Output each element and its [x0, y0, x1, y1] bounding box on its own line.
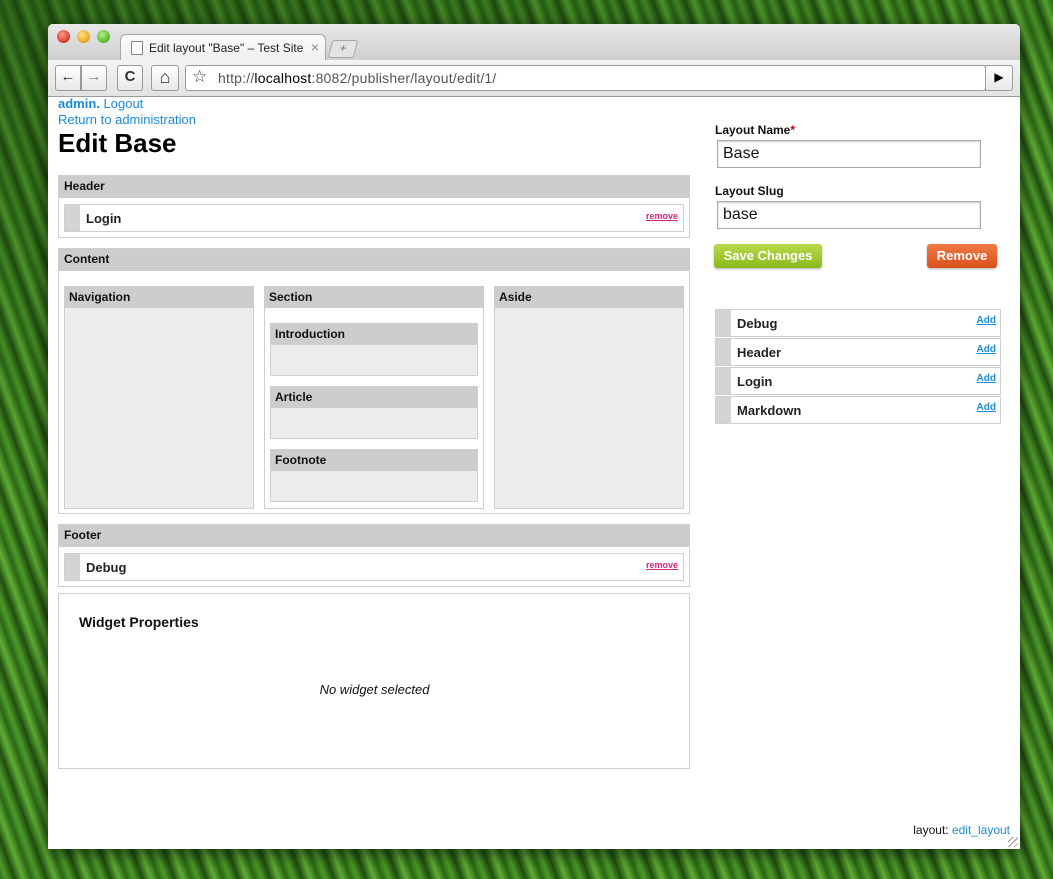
- column-aside-title: Aside: [495, 287, 683, 308]
- minimize-window-button[interactable]: [77, 30, 90, 43]
- close-window-button[interactable]: [57, 30, 70, 43]
- remove-login-link[interactable]: remove: [646, 211, 678, 221]
- layout-footer: layout: edit_layout: [913, 823, 1010, 837]
- subsection-title: Footnote: [271, 450, 477, 471]
- available-widget-markdown[interactable]: Markdown Add: [715, 396, 1001, 424]
- bookmark-star-icon[interactable]: ☆: [192, 67, 207, 87]
- region-content-title: Content: [59, 249, 689, 271]
- user-line: admin. Logout: [58, 96, 143, 111]
- available-widget-login[interactable]: Login Add: [715, 367, 1001, 395]
- placed-widget-debug[interactable]: Debug remove: [64, 553, 684, 581]
- column-section-title: Section: [265, 287, 483, 308]
- home-button[interactable]: ⌂: [151, 65, 179, 91]
- resize-grip-icon[interactable]: [1008, 837, 1018, 847]
- drag-handle[interactable]: [716, 397, 731, 423]
- add-debug-link[interactable]: Add: [977, 315, 996, 326]
- column-aside[interactable]: Aside: [494, 286, 684, 509]
- layout-slug-input[interactable]: [717, 201, 981, 229]
- drag-handle[interactable]: [65, 554, 80, 580]
- zoom-window-button[interactable]: [97, 30, 110, 43]
- add-header-link[interactable]: Add: [977, 344, 996, 355]
- available-widget-label: Header: [737, 345, 782, 360]
- address-bar[interactable]: ☆ http://localhost:8082/publisher/layout…: [185, 65, 986, 91]
- browser-tab[interactable]: Edit layout "Base" – Test Site ×: [120, 34, 326, 61]
- layout-name-label: Layout Name*: [715, 123, 796, 137]
- page-content: admin. Logout Return to administration E…: [48, 96, 1020, 849]
- drag-handle[interactable]: [716, 310, 731, 336]
- layout-name-input[interactable]: [717, 140, 981, 168]
- widget-properties-title: Widget Properties: [79, 614, 199, 630]
- region-footer: Footer Debug remove: [58, 524, 690, 587]
- region-header: Header Login remove: [58, 175, 690, 238]
- subsection-introduction[interactable]: Introduction: [270, 323, 478, 376]
- subsection-title: Article: [271, 387, 477, 408]
- drag-handle[interactable]: [716, 368, 731, 394]
- edit-layout-link[interactable]: edit_layout: [952, 823, 1010, 837]
- remove-layout-button[interactable]: Remove: [927, 244, 997, 268]
- widget-label: Login: [86, 211, 122, 226]
- available-widget-label: Login: [737, 374, 773, 389]
- title-bar: Edit layout "Base" – Test Site × +: [48, 24, 1020, 61]
- tab-title: Edit layout "Base" – Test Site: [149, 41, 304, 55]
- available-widget-label: Markdown: [737, 403, 802, 418]
- save-changes-button[interactable]: Save Changes: [714, 244, 822, 268]
- go-button[interactable]: ▶: [985, 65, 1013, 91]
- widget-properties-panel: Widget Properties No widget selected: [58, 593, 690, 769]
- browser-toolbar: ← → C ⌂ ☆ http://localhost:8082/publishe…: [48, 60, 1020, 97]
- add-login-link[interactable]: Add: [977, 373, 996, 384]
- reload-button[interactable]: C: [117, 65, 143, 91]
- add-markdown-link[interactable]: Add: [977, 402, 996, 413]
- widget-label: Debug: [86, 560, 127, 575]
- tab-close-icon[interactable]: ×: [311, 39, 319, 55]
- drag-handle[interactable]: [716, 339, 731, 365]
- layout-slug-label: Layout Slug: [715, 184, 784, 198]
- available-widget-header[interactable]: Header Add: [715, 338, 1001, 366]
- document-icon: [131, 41, 143, 55]
- column-section[interactable]: Section Introduction Article Footnote: [264, 286, 484, 509]
- subsection-footnote[interactable]: Footnote: [270, 449, 478, 502]
- no-widget-selected-text: No widget selected: [319, 682, 430, 697]
- required-mark: *: [790, 123, 796, 137]
- available-widget-debug[interactable]: Debug Add: [715, 309, 1001, 337]
- url-text: http://localhost:8082/publisher/layout/e…: [218, 70, 497, 86]
- forward-button[interactable]: →: [81, 65, 107, 91]
- drag-handle[interactable]: [65, 205, 80, 231]
- back-button[interactable]: ←: [55, 65, 81, 91]
- username: admin.: [58, 96, 100, 111]
- logout-link[interactable]: Logout: [104, 96, 144, 111]
- page-title: Edit Base: [58, 128, 177, 158]
- subsection-title: Introduction: [271, 324, 477, 345]
- new-tab-button[interactable]: +: [327, 40, 359, 58]
- region-header-title: Header: [59, 176, 689, 198]
- placed-widget-login[interactable]: Login remove: [64, 204, 684, 232]
- column-navigation[interactable]: Navigation: [64, 286, 254, 509]
- remove-debug-link[interactable]: remove: [646, 560, 678, 570]
- available-widget-label: Debug: [737, 316, 778, 331]
- region-footer-title: Footer: [59, 525, 689, 547]
- region-content: Content Navigation Section Introduction …: [58, 248, 690, 514]
- return-to-administration-link[interactable]: Return to administration: [58, 112, 196, 127]
- layout-footer-prefix: layout:: [913, 823, 949, 837]
- column-navigation-title: Navigation: [65, 287, 253, 308]
- browser-window: Edit layout "Base" – Test Site × + ← → C…: [48, 24, 1020, 849]
- subsection-article[interactable]: Article: [270, 386, 478, 439]
